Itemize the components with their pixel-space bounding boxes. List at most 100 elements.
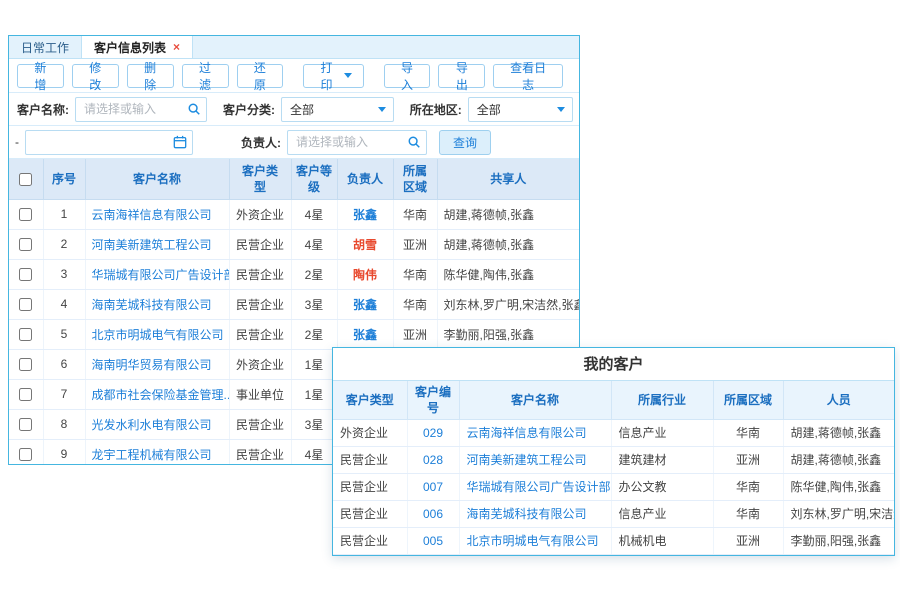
row-checkbox[interactable] bbox=[19, 418, 32, 431]
table-row[interactable]: 2 河南美新建筑工程公司 民营企业 4星 胡雪 亚洲 胡建,蒋德帧,张鑫 bbox=[9, 229, 579, 259]
table-row[interactable]: 民营企业 028 河南美新建筑工程公司 建筑建材 亚洲 胡建,蒋德帧,张鑫 bbox=[333, 446, 894, 473]
table-row[interactable]: 民营企业 007 华瑞城有限公司广告设计部 办公文教 华南 陈华健,陶伟,张鑫 bbox=[333, 473, 894, 500]
query-button[interactable]: 查询 bbox=[439, 130, 491, 155]
people: 胡建,蒋德帧,张鑫 bbox=[783, 419, 894, 446]
col-header-type: 客户类型 bbox=[229, 159, 291, 199]
customer-no-link[interactable]: 028 bbox=[423, 453, 443, 467]
customer-level: 4星 bbox=[291, 229, 337, 259]
tab-daily-work-label: 日常工作 bbox=[21, 39, 69, 56]
customer-type: 外资企业 bbox=[229, 349, 291, 379]
col-header-region: 所属区域 bbox=[713, 381, 783, 419]
col-header-name: 客户名称 bbox=[459, 381, 611, 419]
customer-type: 民营企业 bbox=[229, 289, 291, 319]
owner-input[interactable] bbox=[287, 130, 427, 155]
customer-type: 事业单位 bbox=[229, 379, 291, 409]
customer-name-link[interactable]: 河南美新建筑工程公司 bbox=[467, 453, 587, 467]
toolbar: 新增 修改 删除 过滤 还原 打印 导入 导出 查看日志 bbox=[9, 59, 579, 93]
customer-name-link[interactable]: 华瑞城有限公司广告设计部 bbox=[92, 268, 230, 282]
row-no: 6 bbox=[43, 349, 85, 379]
edit-button[interactable]: 修改 bbox=[72, 64, 119, 88]
owner-link[interactable]: 张鑫 bbox=[353, 328, 377, 342]
table-header-row: 序号 客户名称 客户类型 客户等级 负责人 所属区域 共享人 bbox=[9, 159, 579, 199]
import-button[interactable]: 导入 bbox=[384, 64, 431, 88]
region: 亚洲 bbox=[393, 319, 437, 349]
table-row[interactable]: 1 云南海祥信息有限公司 外资企业 4星 张鑫 华南 胡建,蒋德帧,张鑫 bbox=[9, 199, 579, 229]
customer-type: 民营企业 bbox=[229, 229, 291, 259]
customer-name-link[interactable]: 海南芜城科技有限公司 bbox=[92, 298, 212, 312]
customer-no-link[interactable]: 029 bbox=[423, 426, 443, 440]
customer-name-link[interactable]: 海南芜城科技有限公司 bbox=[467, 507, 587, 521]
row-no: 8 bbox=[43, 409, 85, 439]
owner-link[interactable]: 张鑫 bbox=[353, 208, 377, 222]
print-button[interactable]: 打印 bbox=[303, 64, 363, 88]
tab-daily-work[interactable]: 日常工作 bbox=[9, 36, 82, 58]
row-checkbox[interactable] bbox=[19, 208, 32, 221]
row-no: 5 bbox=[43, 319, 85, 349]
add-button[interactable]: 新增 bbox=[17, 64, 64, 88]
customer-name-link[interactable]: 华瑞城有限公司广告设计部 bbox=[467, 480, 611, 494]
customer-name-link[interactable]: 光发水利水电有限公司 bbox=[92, 418, 212, 432]
tab-customer-list[interactable]: 客户信息列表 × bbox=[82, 36, 193, 58]
table-row[interactable]: 4 海南芜城科技有限公司 民营企业 3星 张鑫 华南 刘东林,罗广明,宋洁然,张… bbox=[9, 289, 579, 319]
customer-level: 2星 bbox=[291, 259, 337, 289]
industry: 信息产业 bbox=[611, 419, 713, 446]
table-row[interactable]: 民营企业 005 北京市明城电气有限公司 机械机电 亚洲 李勤丽,阳强,张鑫 bbox=[333, 527, 894, 554]
date-input[interactable] bbox=[25, 130, 193, 155]
table-row[interactable]: 外资企业 029 云南海祥信息有限公司 信息产业 华南 胡建,蒋德帧,张鑫 bbox=[333, 419, 894, 446]
table-row[interactable]: 5 北京市明城电气有限公司 民营企业 2星 张鑫 亚洲 李勤丽,阳强,张鑫 bbox=[9, 319, 579, 349]
row-checkbox[interactable] bbox=[19, 268, 32, 281]
row-checkbox[interactable] bbox=[19, 238, 32, 251]
my-customers-title: 我的客户 bbox=[333, 348, 894, 381]
row-checkbox[interactable] bbox=[19, 448, 32, 461]
customer-name-link[interactable]: 河南美新建筑工程公司 bbox=[92, 238, 212, 252]
region-select[interactable]: 全部 bbox=[468, 97, 573, 122]
region: 亚洲 bbox=[713, 527, 783, 554]
customer-name-link[interactable]: 云南海祥信息有限公司 bbox=[467, 426, 587, 440]
table-row[interactable]: 民营企业 006 海南芜城科技有限公司 信息产业 华南 刘东林,罗广明,宋洁然.… bbox=[333, 500, 894, 527]
category-select[interactable]: 全部 bbox=[281, 97, 394, 122]
export-button[interactable]: 导出 bbox=[438, 64, 485, 88]
row-checkbox[interactable] bbox=[19, 328, 32, 341]
filter-row-2: - 负责人: 查询 bbox=[9, 126, 579, 159]
owner-link[interactable]: 陶伟 bbox=[353, 268, 377, 282]
customer-name-link[interactable]: 龙宇工程机械有限公司 bbox=[92, 448, 212, 462]
delete-button[interactable]: 删除 bbox=[127, 64, 174, 88]
customer-name-link[interactable]: 海南明华贸易有限公司 bbox=[92, 358, 212, 372]
customer-type: 民营企业 bbox=[333, 446, 407, 473]
customer-name-link[interactable]: 成都市社会保险基金管理... bbox=[92, 388, 230, 402]
desktop: 日常工作 客户信息列表 × 新增 修改 删除 过滤 还原 打印 导入 导出 查看… bbox=[0, 0, 900, 600]
shared-people: 胡建,蒋德帧,张鑫 bbox=[437, 229, 579, 259]
customer-name-link[interactable]: 北京市明城电气有限公司 bbox=[92, 328, 224, 342]
calendar-icon[interactable] bbox=[173, 135, 187, 149]
row-checkbox[interactable] bbox=[19, 388, 32, 401]
table-row[interactable]: 3 华瑞城有限公司广告设计部 民营企业 2星 陶伟 华南 陈华健,陶伟,张鑫 bbox=[9, 259, 579, 289]
search-icon[interactable] bbox=[407, 135, 421, 149]
row-checkbox[interactable] bbox=[19, 358, 32, 371]
customer-name-link[interactable]: 北京市明城电气有限公司 bbox=[467, 534, 599, 548]
customer-no-link[interactable]: 006 bbox=[423, 507, 443, 521]
owner-link[interactable]: 张鑫 bbox=[353, 298, 377, 312]
restore-button[interactable]: 还原 bbox=[237, 64, 284, 88]
customer-name-link[interactable]: 云南海祥信息有限公司 bbox=[92, 208, 212, 222]
row-no: 1 bbox=[43, 199, 85, 229]
customer-type: 民营企业 bbox=[229, 259, 291, 289]
industry: 建筑建材 bbox=[611, 446, 713, 473]
customer-type: 民营企业 bbox=[229, 439, 291, 465]
customer-level: 1星 bbox=[291, 379, 337, 409]
customer-type: 外资企业 bbox=[229, 199, 291, 229]
customer-type: 外资企业 bbox=[333, 419, 407, 446]
col-header-shared: 共享人 bbox=[437, 159, 579, 199]
owner-link[interactable]: 胡雪 bbox=[353, 238, 377, 252]
customer-no-link[interactable]: 007 bbox=[423, 480, 443, 494]
select-all-checkbox[interactable] bbox=[19, 173, 32, 186]
row-checkbox[interactable] bbox=[19, 298, 32, 311]
customer-type: 民营企业 bbox=[333, 500, 407, 527]
filter-button[interactable]: 过滤 bbox=[182, 64, 229, 88]
search-icon[interactable] bbox=[187, 102, 201, 116]
chevron-down-icon bbox=[378, 107, 386, 112]
people: 陈华健,陶伟,张鑫 bbox=[783, 473, 894, 500]
view-log-button[interactable]: 查看日志 bbox=[493, 64, 563, 88]
customer-no-link[interactable]: 005 bbox=[423, 534, 443, 548]
chevron-down-icon bbox=[344, 73, 352, 78]
close-tab-icon[interactable]: × bbox=[173, 41, 180, 53]
